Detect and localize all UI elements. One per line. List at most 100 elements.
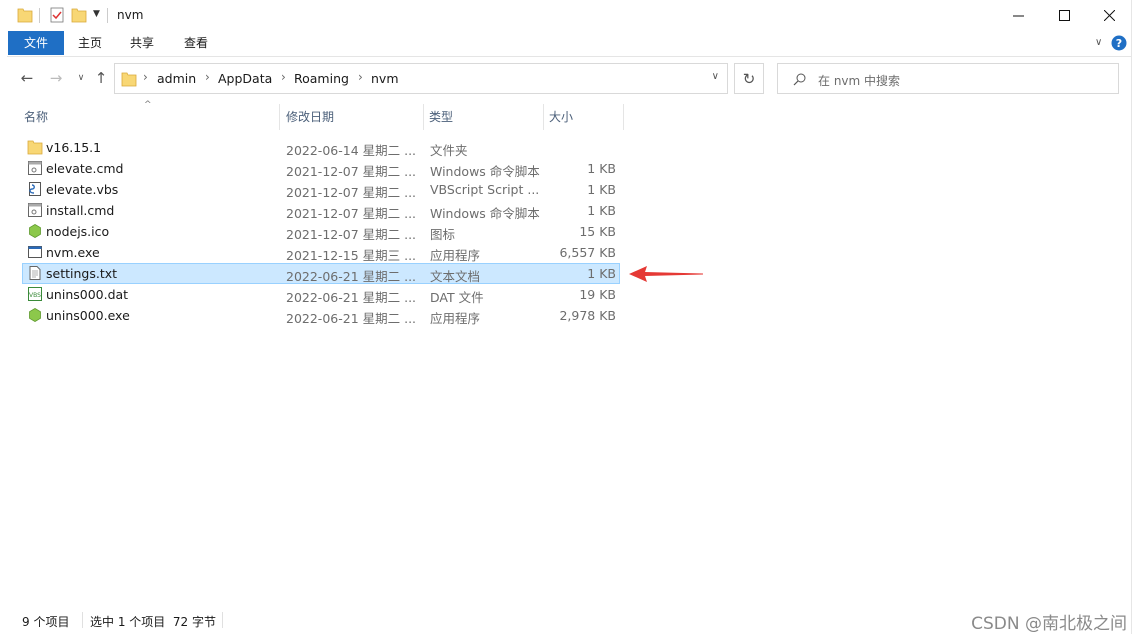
file-name: v16.15.1 xyxy=(46,140,102,155)
installer-exe-icon xyxy=(29,308,41,322)
file-row[interactable]: nvm.exe 2021-12-15 星期三 ... 应用程序 6,557 KB xyxy=(22,242,620,263)
file-name: settings.txt xyxy=(46,266,118,281)
file-name: elevate.vbs xyxy=(46,182,119,197)
expand-ribbon-icon[interactable]: ∨ xyxy=(1095,37,1102,48)
file-name: nodejs.ico xyxy=(46,224,110,239)
file-size: 1 KB xyxy=(587,266,616,281)
file-size: 1 KB xyxy=(587,161,616,176)
minimize-icon xyxy=(1012,15,1024,17)
new-folder-icon[interactable] xyxy=(71,6,87,24)
folder-icon xyxy=(121,72,137,87)
arrow-up-icon: ↑ xyxy=(94,69,108,87)
tab-view[interactable]: 查看 xyxy=(175,31,217,55)
folder-icon xyxy=(27,140,43,155)
column-divider[interactable] xyxy=(543,104,544,130)
folder-icon xyxy=(17,8,33,23)
file-type: Windows 命令脚本 xyxy=(430,164,540,179)
nodejs-icon xyxy=(29,224,41,238)
file-name: unins000.dat xyxy=(46,287,129,302)
file-type: Windows 命令脚本 xyxy=(430,206,540,221)
forward-button[interactable]: → xyxy=(45,64,67,92)
breadcrumb-roaming[interactable]: Roaming xyxy=(294,71,349,86)
column-header-date[interactable]: 修改日期 xyxy=(282,104,422,130)
annotation-arrow-icon xyxy=(629,266,703,282)
column-divider[interactable] xyxy=(279,104,280,130)
title-bar: ▼ nvm xyxy=(7,0,1131,31)
file-date: 2021-12-07 星期二 ... xyxy=(286,164,417,179)
breadcrumb-separator-icon[interactable]: › xyxy=(143,70,148,84)
window-title: nvm xyxy=(117,8,144,22)
watermark: CSDN @南北极之间 xyxy=(971,614,1127,634)
file-type: 应用程序 xyxy=(430,311,481,326)
breadcrumb-admin[interactable]: admin xyxy=(157,71,196,86)
file-size: 1 KB xyxy=(587,203,616,218)
status-divider xyxy=(222,612,223,628)
help-icon[interactable]: ? xyxy=(1111,35,1127,51)
address-history-chevron-icon[interactable]: ∨ xyxy=(712,71,719,82)
file-date: 2022-06-14 星期二 ... xyxy=(286,143,417,158)
maximize-button[interactable] xyxy=(1041,0,1087,31)
column-divider[interactable] xyxy=(423,104,424,130)
file-row[interactable]: install.cmd 2021-12-07 星期二 ... Windows 命… xyxy=(22,200,620,221)
file-date: 2022-06-21 星期二 ... xyxy=(286,311,417,326)
txt-file-icon xyxy=(29,266,41,280)
column-header-type[interactable]: 类型 xyxy=(425,104,543,130)
tab-share[interactable]: 共享 xyxy=(121,31,163,55)
vbs-file-icon xyxy=(29,182,41,196)
file-row[interactable]: elevate.cmd 2021-12-07 星期二 ... Windows 命… xyxy=(22,158,620,179)
file-row[interactable]: VBS unins000.dat 2022-06-21 星期二 ... DAT … xyxy=(22,284,620,305)
column-divider[interactable] xyxy=(623,104,624,130)
file-type: 图标 xyxy=(430,227,456,242)
file-type: 文件夹 xyxy=(430,143,468,158)
file-type: 文本文档 xyxy=(430,269,481,284)
status-divider xyxy=(82,612,83,628)
breadcrumb-appdata[interactable]: AppData xyxy=(218,71,272,86)
file-row[interactable]: unins000.exe 2022-06-21 星期二 ... 应用程序 2,9… xyxy=(22,305,620,326)
file-size: 15 KB xyxy=(579,224,616,239)
search-placeholder: 在 nvm 中搜索 xyxy=(818,74,901,88)
file-size: 6,557 KB xyxy=(559,245,616,260)
file-date: 2021-12-15 星期三 ... xyxy=(286,248,417,263)
file-name: nvm.exe xyxy=(46,245,100,260)
file-size: 19 KB xyxy=(579,287,616,302)
search-box[interactable]: 在 nvm 中搜索 xyxy=(777,63,1119,94)
recent-locations-button[interactable]: ∨ xyxy=(70,64,92,92)
address-bar[interactable]: › admin › AppData › Roaming › nvm ∨ xyxy=(114,63,728,94)
file-row[interactable]: elevate.vbs 2021-12-07 星期二 ... VBScript … xyxy=(22,179,620,200)
close-icon xyxy=(1103,10,1115,21)
maximize-icon xyxy=(1058,10,1070,21)
file-row[interactable]: v16.15.1 2022-06-14 星期二 ... 文件夹 xyxy=(22,137,620,158)
back-button[interactable]: ← xyxy=(16,64,38,92)
exe-file-icon xyxy=(28,246,42,258)
file-date: 2021-12-07 星期二 ... xyxy=(286,206,417,221)
file-row-selected[interactable]: settings.txt 2022-06-21 星期二 ... 文本文档 1 K… xyxy=(22,263,620,284)
dat-file-icon: VBS xyxy=(28,287,42,301)
customize-quick-access-icon[interactable]: ▼ xyxy=(93,9,100,27)
breadcrumb-separator-icon[interactable]: › xyxy=(281,70,286,84)
file-size: 2,978 KB xyxy=(559,308,616,323)
column-header-name[interactable]: 名称 xyxy=(20,104,280,130)
properties-icon[interactable] xyxy=(49,6,65,24)
breadcrumb-nvm[interactable]: nvm xyxy=(371,71,399,86)
tab-file[interactable]: 文件 xyxy=(8,31,64,55)
tab-home[interactable]: 主页 xyxy=(69,31,111,55)
file-type: VBScript Script ... xyxy=(430,182,540,197)
up-button[interactable]: ↑ xyxy=(90,64,112,92)
breadcrumb-separator-icon[interactable]: › xyxy=(358,70,363,84)
file-name: elevate.cmd xyxy=(46,161,124,176)
refresh-button[interactable]: ↻ xyxy=(734,63,764,94)
svg-text:VBS: VBS xyxy=(29,292,41,299)
column-header-size[interactable]: 大小 xyxy=(545,104,623,130)
minimize-button[interactable] xyxy=(995,0,1041,31)
arrow-right-icon: → xyxy=(49,69,63,87)
status-selection: 选中 1 个项目 72 字节 xyxy=(90,615,216,629)
file-row[interactable]: nodejs.ico 2021-12-07 星期二 ... 图标 15 KB xyxy=(22,221,620,242)
close-button[interactable] xyxy=(1086,0,1132,31)
explorer-window: ▼ nvm 文件 主页 共享 查看 ∨ ? ← → ∨ ↑ › admin › … xyxy=(7,0,1132,634)
status-item-count: 9 个项目 xyxy=(22,615,70,629)
breadcrumb-separator-icon[interactable]: › xyxy=(205,70,210,84)
file-date: 2021-12-07 星期二 ... xyxy=(286,185,417,200)
chevron-down-icon: ∨ xyxy=(77,73,85,83)
file-date: 2022-06-21 星期二 ... xyxy=(286,290,417,305)
arrow-left-icon: ← xyxy=(20,69,34,87)
